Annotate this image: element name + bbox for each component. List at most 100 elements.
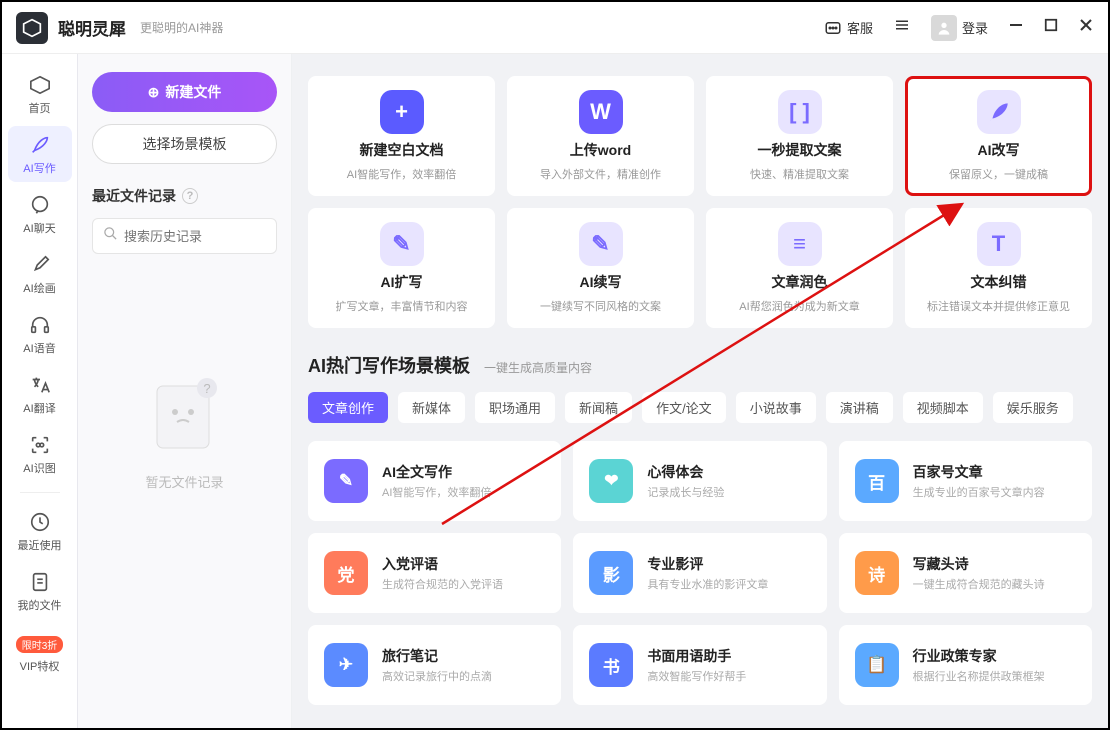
- svg-text:?: ?: [203, 381, 210, 396]
- template-title: 旅行笔记: [382, 646, 492, 666]
- template-icon: 📋: [855, 643, 899, 687]
- close-icon[interactable]: [1078, 17, 1094, 38]
- scan-icon: [28, 433, 52, 457]
- feature-title: 一秒提取文案: [758, 140, 842, 160]
- tab[interactable]: 作文/论文: [642, 392, 726, 423]
- app-name: 聪明灵犀: [58, 15, 126, 40]
- feature-card[interactable]: + 新建空白文档 AI智能写作，效率翻倍: [308, 76, 495, 196]
- feature-subtitle: 标注错误文本并提供修正意见: [919, 298, 1078, 314]
- template-card[interactable]: 📋 行业政策专家 根据行业名称提供政策框架: [839, 625, 1092, 705]
- section-title: AI热门写作场景模板: [308, 352, 470, 378]
- template-card[interactable]: 党 入党评语 生成符合规范的入党评语: [308, 533, 561, 613]
- sidebar-item-my-files[interactable]: 我的文件: [8, 563, 72, 619]
- template-card[interactable]: ✎ AI全文写作 AI智能写作，效率翻倍: [308, 441, 561, 521]
- template-subtitle: 高效智能写作好帮手: [647, 668, 746, 684]
- feature-grid: + 新建空白文档 AI智能写作，效率翻倍 W 上传word 导入外部文件，精准创…: [308, 76, 1092, 328]
- feather-icon: [28, 133, 52, 157]
- feature-icon: [ ]: [778, 90, 822, 134]
- template-icon: ❤: [589, 459, 633, 503]
- sidebar-item-recent[interactable]: 最近使用: [8, 503, 72, 559]
- feature-subtitle: 快速、精准提取文案: [742, 166, 857, 182]
- feature-card[interactable]: ✎ AI扩写 扩写文章，丰富情节和内容: [308, 208, 495, 328]
- tab[interactable]: 小说故事: [736, 392, 816, 423]
- feature-card[interactable]: [ ] 一秒提取文案 快速、精准提取文案: [706, 76, 893, 196]
- sidebar-item-ai-chat[interactable]: AI聊天: [8, 186, 72, 242]
- template-icon: 党: [324, 551, 368, 595]
- scene-template-button[interactable]: 选择场景模板: [92, 124, 277, 164]
- tab[interactable]: 新媒体: [398, 392, 465, 423]
- feature-card[interactable]: ≡ 文章润色 AI帮您润色为成为新文章: [706, 208, 893, 328]
- tabs: 文章创作新媒体职场通用新闻稿作文/论文小说故事演讲稿视频脚本娱乐服务: [308, 392, 1092, 423]
- feature-title: 文章润色: [772, 272, 828, 292]
- template-title: 百家号文章: [913, 462, 1045, 482]
- sidebar-item-ai-image[interactable]: AI识图: [8, 426, 72, 482]
- file-icon: [28, 570, 52, 594]
- section-subtitle: 一键生成高质量内容: [484, 359, 592, 376]
- titlebar: 聪明灵犀 更聪明的AI神器 客服 登录: [2, 2, 1108, 54]
- feature-subtitle: 保留原义，一键成稿: [941, 166, 1056, 182]
- app-logo-icon: [16, 12, 48, 44]
- tab[interactable]: 演讲稿: [826, 392, 893, 423]
- template-card[interactable]: 百 百家号文章 生成专业的百家号文章内容: [839, 441, 1092, 521]
- minimize-icon[interactable]: [1008, 17, 1024, 38]
- sidebar-item-ai-paint[interactable]: AI绘画: [8, 246, 72, 302]
- template-subtitle: 具有专业水准的影评文章: [647, 576, 768, 592]
- search-box[interactable]: [92, 218, 277, 254]
- template-card[interactable]: 影 专业影评 具有专业水准的影评文章: [573, 533, 826, 613]
- feature-title: AI续写: [580, 272, 622, 292]
- plus-icon: ⊕: [148, 84, 160, 101]
- help-icon[interactable]: ?: [182, 188, 198, 204]
- feature-title: AI扩写: [381, 272, 423, 292]
- menu-icon[interactable]: [893, 16, 911, 39]
- new-file-label: 新建文件: [165, 82, 221, 102]
- sidebar-item-vip[interactable]: 限时3折 VIP特权: [8, 627, 72, 683]
- template-card[interactable]: ❤ 心得体会 记录成长与经验: [573, 441, 826, 521]
- tab[interactable]: 视频脚本: [903, 392, 983, 423]
- feature-card[interactable]: W 上传word 导入外部文件，精准创作: [507, 76, 694, 196]
- scene-template-label: 选择场景模板: [143, 136, 227, 152]
- template-title: 专业影评: [647, 554, 768, 574]
- feature-card[interactable]: AI改写 保留原义，一键成稿: [905, 76, 1092, 196]
- template-card[interactable]: 书 书面用语助手 高效智能写作好帮手: [573, 625, 826, 705]
- tab[interactable]: 职场通用: [475, 392, 555, 423]
- feature-subtitle: AI智能写作，效率翻倍: [339, 166, 464, 182]
- login-button[interactable]: 登录: [931, 15, 988, 41]
- sidebar-item-label: 最近使用: [18, 537, 62, 553]
- template-subtitle: 根据行业名称提供政策框架: [913, 668, 1045, 684]
- template-icon: 诗: [855, 551, 899, 595]
- feature-subtitle: 导入外部文件，精准创作: [532, 166, 669, 182]
- sidebar-item-label: AI识图: [23, 460, 55, 476]
- template-title: 写藏头诗: [913, 554, 1045, 574]
- sidebar-item-ai-translate[interactable]: AI翻译: [8, 366, 72, 422]
- feature-title: AI改写: [978, 140, 1020, 160]
- tab[interactable]: 新闻稿: [565, 392, 632, 423]
- sidebar-item-ai-write[interactable]: AI写作: [8, 126, 72, 182]
- feature-icon: [977, 90, 1021, 134]
- template-card[interactable]: ✈ 旅行笔记 高效记录旅行中的点滴: [308, 625, 561, 705]
- feature-card[interactable]: ✎ AI续写 一键续写不同风格的文案: [507, 208, 694, 328]
- avatar-icon: [931, 15, 957, 41]
- search-input[interactable]: [124, 229, 300, 244]
- empty-illustration-icon: ?: [135, 364, 235, 464]
- tab[interactable]: 文章创作: [308, 392, 388, 423]
- new-file-button[interactable]: ⊕ 新建文件: [92, 72, 277, 112]
- maximize-icon[interactable]: [1044, 18, 1058, 37]
- empty-state-text: 暂无文件记录: [145, 472, 223, 491]
- sidebar-item-ai-voice[interactable]: AI语音: [8, 306, 72, 362]
- section-header: AI热门写作场景模板 一键生成高质量内容: [308, 352, 1092, 378]
- tab[interactable]: 娱乐服务: [993, 392, 1073, 423]
- service-button[interactable]: 客服: [824, 18, 873, 37]
- template-card[interactable]: 诗 写藏头诗 一键生成符合规范的藏头诗: [839, 533, 1092, 613]
- sidebar: 首页 AI写作 AI聊天 AI绘画 AI语音 AI翻译 AI识图 最: [2, 54, 78, 728]
- sidebar-item-home[interactable]: 首页: [8, 66, 72, 122]
- feature-card[interactable]: T 文本纠错 标注错误文本并提供修正意见: [905, 208, 1092, 328]
- feature-title: 文本纠错: [971, 272, 1027, 292]
- feature-subtitle: 扩写文章，丰富情节和内容: [328, 298, 476, 314]
- sidebar-item-label: AI语音: [23, 340, 55, 356]
- vip-badge: 限时3折: [16, 636, 64, 653]
- template-title: 行业政策专家: [913, 646, 1045, 666]
- feature-icon: T: [977, 222, 1021, 266]
- template-icon: 书: [589, 643, 633, 687]
- clock-icon: [28, 510, 52, 534]
- template-title: AI全文写作: [382, 462, 491, 482]
